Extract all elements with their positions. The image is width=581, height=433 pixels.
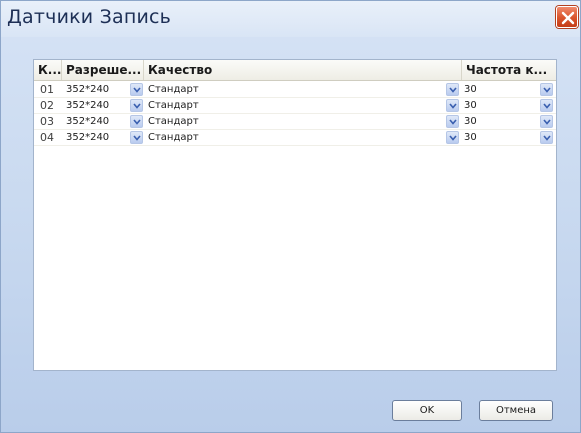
frame-rate-dropdown[interactable] — [540, 83, 553, 96]
cancel-button[interactable]: Отмена — [479, 400, 553, 421]
frame-rate-dropdown[interactable] — [540, 131, 553, 144]
row-number: 01 — [40, 83, 54, 96]
quality-value: Стандарт — [148, 100, 199, 111]
frame-rate-dropdown[interactable] — [540, 99, 553, 112]
row-number: 02 — [40, 99, 54, 112]
column-header-resolution[interactable]: Разреше... — [62, 60, 144, 80]
chevron-down-icon — [133, 119, 141, 125]
quality-value: Стандарт — [148, 116, 199, 127]
quality-dropdown[interactable] — [446, 131, 459, 144]
resolution-dropdown[interactable] — [130, 115, 143, 128]
chevron-down-icon — [449, 135, 457, 141]
column-header-quality[interactable]: Качество — [144, 60, 462, 80]
frame-rate-value: 30 — [464, 100, 477, 111]
table-row[interactable]: 04 352*240 Стандарт 30 — [34, 130, 556, 146]
frame-rate-value: 30 — [464, 84, 477, 95]
chevron-down-icon — [543, 87, 551, 93]
chevron-down-icon — [449, 87, 457, 93]
frame-rate-dropdown[interactable] — [540, 115, 553, 128]
quality-dropdown[interactable] — [446, 115, 459, 128]
sensors-grid: К... Разреше... Качество Частота к... 01… — [33, 59, 557, 371]
window-title: Датчики Запись — [7, 6, 172, 28]
chevron-down-icon — [133, 103, 141, 109]
table-row[interactable]: 02 352*240 Стандарт 30 — [34, 98, 556, 114]
table-row[interactable]: 01 352*240 Стандарт 30 — [34, 82, 556, 98]
chevron-down-icon — [133, 87, 141, 93]
row-number: 04 — [40, 131, 54, 144]
chevron-down-icon — [543, 103, 551, 109]
resolution-value: 352*240 — [66, 132, 110, 143]
chevron-down-icon — [449, 103, 457, 109]
quality-dropdown[interactable] — [446, 83, 459, 96]
dialog-window: Датчики Запись К... Разреше... Качество … — [0, 0, 581, 433]
title-bar[interactable]: Датчики Запись — [1, 1, 580, 37]
chevron-down-icon — [133, 135, 141, 141]
resolution-value: 352*240 — [66, 100, 110, 111]
resolution-dropdown[interactable] — [130, 131, 143, 144]
frame-rate-value: 30 — [464, 116, 477, 127]
close-button[interactable] — [556, 6, 578, 28]
chevron-down-icon — [449, 119, 457, 125]
resolution-dropdown[interactable] — [130, 99, 143, 112]
quality-value: Стандарт — [148, 132, 199, 143]
resolution-dropdown[interactable] — [130, 83, 143, 96]
ok-button[interactable]: OK — [392, 400, 462, 421]
grid-header: К... Разреше... Качество Частота к... — [34, 60, 556, 81]
chevron-down-icon — [543, 119, 551, 125]
table-row[interactable]: 03 352*240 Стандарт 30 — [34, 114, 556, 130]
resolution-value: 352*240 — [66, 116, 110, 127]
chevron-down-icon — [543, 135, 551, 141]
column-header-frame-rate[interactable]: Частота к... — [462, 60, 556, 80]
column-header-number[interactable]: К... — [34, 60, 62, 80]
frame-rate-value: 30 — [464, 132, 477, 143]
quality-dropdown[interactable] — [446, 99, 459, 112]
resolution-value: 352*240 — [66, 84, 110, 95]
quality-value: Стандарт — [148, 84, 199, 95]
row-number: 03 — [40, 115, 54, 128]
close-icon — [561, 11, 575, 25]
